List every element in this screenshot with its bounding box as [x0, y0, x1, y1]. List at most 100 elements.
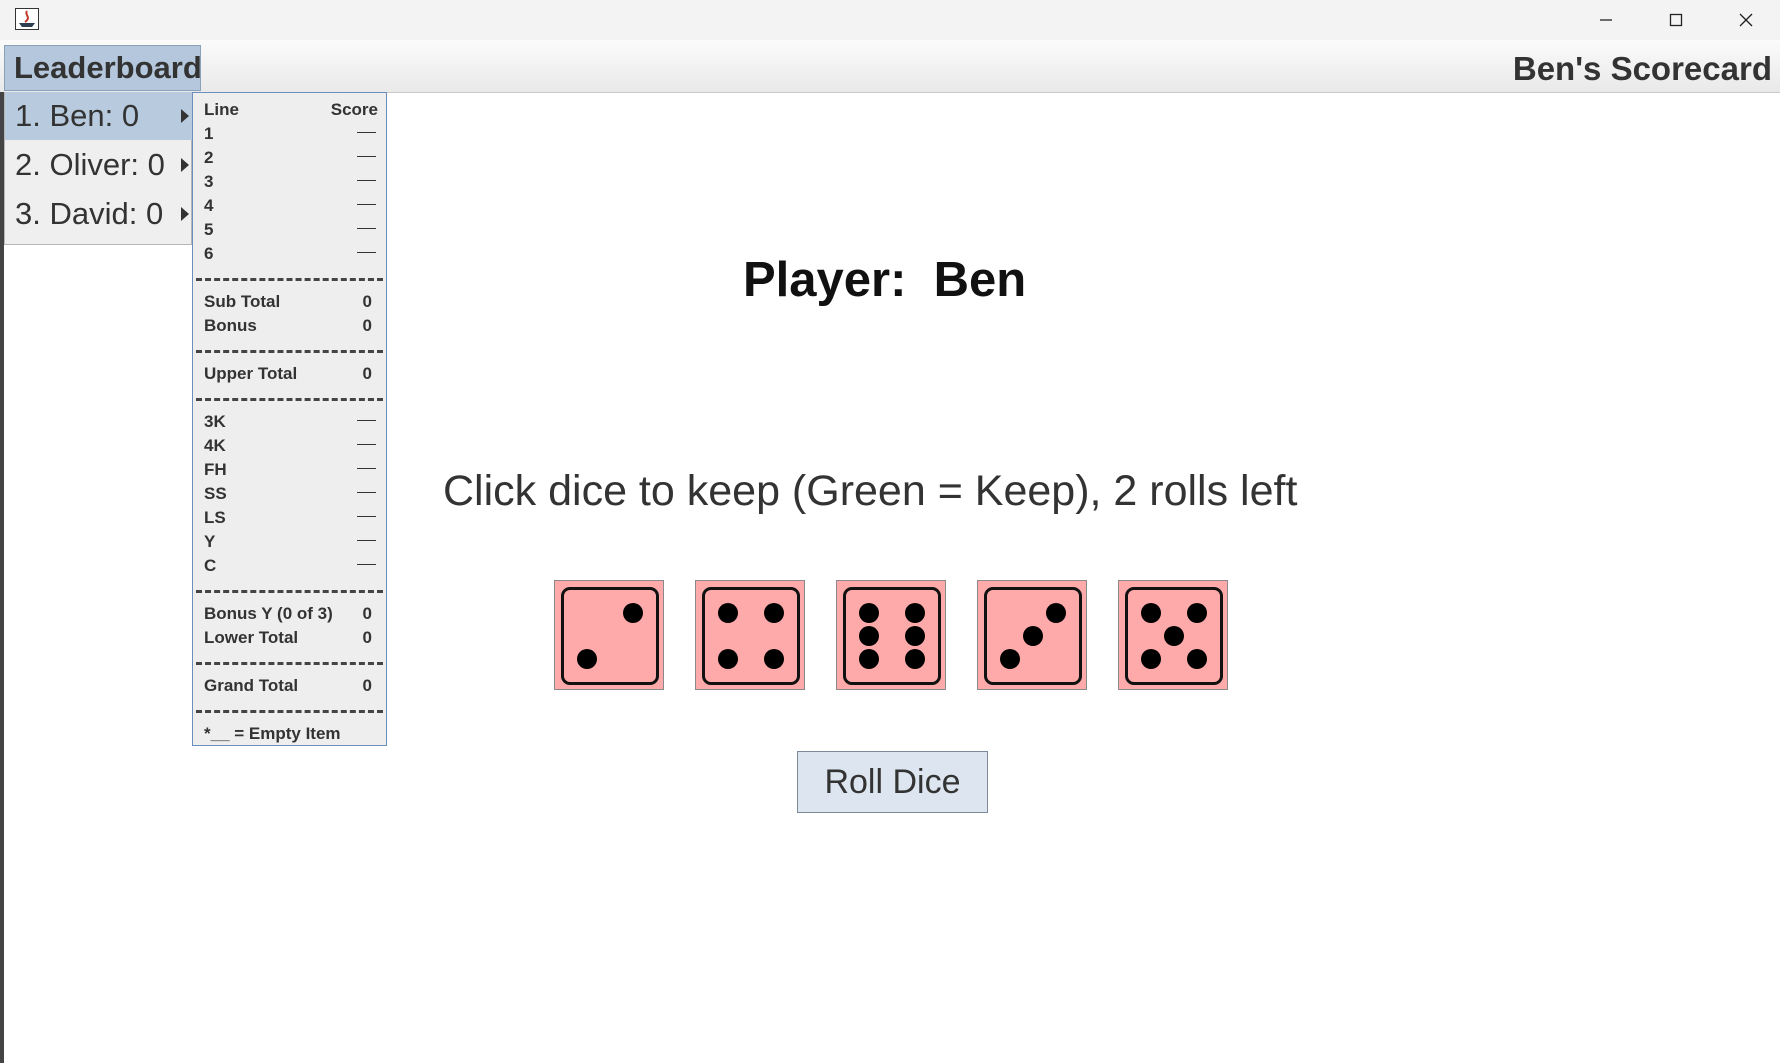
- line-value: 0: [362, 316, 372, 335]
- empty-item-footnote: *__ = Empty Item: [204, 724, 378, 748]
- die-pip: [1187, 603, 1207, 623]
- line-value: 0: [362, 604, 372, 623]
- submenu-arrow-icon: [181, 207, 189, 221]
- die-pip: [859, 649, 879, 669]
- die-pip: [905, 603, 925, 623]
- scorecard-title: Ben's Scorecard: [1512, 50, 1772, 87]
- separator: [196, 398, 383, 401]
- leaderboard-item-david[interactable]: 3. David: 0: [5, 190, 193, 238]
- die-pip: [905, 626, 925, 646]
- submenu-arrow-icon: [181, 158, 189, 172]
- separator: [196, 278, 383, 281]
- die-2[interactable]: [695, 580, 805, 690]
- submenu-arrow-icon: [181, 109, 189, 123]
- score-line-4: 4: [204, 196, 378, 220]
- empty-score-mark: [357, 132, 376, 133]
- empty-score-mark: [357, 468, 376, 469]
- line-value: 0: [362, 628, 372, 647]
- empty-score-mark: [357, 204, 376, 205]
- score-line-2: 2: [204, 148, 378, 172]
- die-pip: [577, 649, 597, 669]
- line-label: LS: [204, 508, 226, 527]
- line-value: 0: [362, 364, 372, 383]
- line-label: Grand Total: [204, 676, 299, 695]
- footnote-text: *__ = Empty Item: [204, 724, 341, 743]
- die-pip: [859, 626, 879, 646]
- title-bar: [0, 0, 1780, 40]
- die-face: [561, 587, 659, 685]
- die-pip: [1023, 626, 1043, 646]
- die-face: [843, 587, 941, 685]
- die-5[interactable]: [1118, 580, 1228, 690]
- java-app-icon: [15, 8, 39, 30]
- score-line-3k: 3K: [204, 412, 378, 436]
- separator: [196, 590, 383, 593]
- score-line-6: 6: [204, 244, 378, 268]
- die-pip: [859, 603, 879, 623]
- leaderboard-item-label: 1. Ben: 0: [15, 98, 140, 133]
- separator: [196, 662, 383, 665]
- leaderboard-menu[interactable]: Leaderboard: [4, 45, 202, 91]
- empty-score-mark: [357, 180, 376, 181]
- separator: [196, 350, 383, 353]
- empty-score-mark: [357, 492, 376, 493]
- lower-total-row: Lower Total 0: [204, 628, 378, 652]
- line-label: 6: [204, 244, 214, 263]
- empty-score-mark: [357, 516, 376, 517]
- line-value: 0: [362, 292, 372, 311]
- close-icon[interactable]: [1710, 0, 1780, 40]
- line-value: 0: [362, 676, 372, 695]
- score-line-c: C: [204, 556, 378, 580]
- die-pip: [905, 649, 925, 669]
- leaderboard-item-ben[interactable]: 1. Ben: 0: [5, 92, 193, 140]
- subtotal-row: Sub Total 0: [204, 292, 378, 316]
- die-pip: [1187, 649, 1207, 669]
- instructions-text: Click dice to keep (Green = Keep), 2 rol…: [443, 467, 1298, 515]
- die-4[interactable]: [977, 580, 1087, 690]
- line-label: Sub Total: [204, 292, 281, 311]
- line-label: 5: [204, 220, 214, 239]
- die-pip: [1046, 603, 1066, 623]
- roll-dice-button[interactable]: Roll Dice: [797, 751, 988, 813]
- die-pip: [1141, 603, 1161, 623]
- empty-score-mark: [357, 156, 376, 157]
- line-label: 1: [204, 124, 214, 143]
- die-3[interactable]: [836, 580, 946, 690]
- die-pip: [764, 649, 784, 669]
- bonus-row: Bonus 0: [204, 316, 378, 340]
- score-line-ss: SS: [204, 484, 378, 508]
- line-label: 4K: [204, 436, 226, 455]
- empty-score-mark: [357, 252, 376, 253]
- scorecard-header: Line Score: [204, 100, 378, 124]
- line-label: FH: [204, 460, 227, 479]
- die-pip: [623, 603, 643, 623]
- die-pip: [1164, 626, 1184, 646]
- empty-score-mark: [357, 540, 376, 541]
- die-pip: [764, 603, 784, 623]
- empty-score-mark: [357, 564, 376, 565]
- player-label: Player: Ben: [743, 253, 1027, 307]
- line-label: 3K: [204, 412, 226, 431]
- line-label: 2: [204, 148, 214, 167]
- die-1[interactable]: [554, 580, 664, 690]
- die-pip: [1000, 649, 1020, 669]
- score-line-ls: LS: [204, 508, 378, 532]
- line-label: SS: [204, 484, 227, 503]
- score-line-5: 5: [204, 220, 378, 244]
- line-label: Upper Total: [204, 364, 298, 383]
- die-face: [702, 587, 800, 685]
- grand-total-row: Grand Total 0: [204, 676, 378, 700]
- maximize-icon[interactable]: [1640, 0, 1712, 40]
- score-line-y: Y: [204, 532, 378, 556]
- leaderboard-item-oliver[interactable]: 2. Oliver: 0: [5, 141, 193, 189]
- empty-score-mark: [357, 228, 376, 229]
- score-line-1: 1: [204, 124, 378, 148]
- separator: [196, 710, 383, 713]
- leaderboard-item-label: 3. David: 0: [15, 196, 164, 231]
- minimize-icon[interactable]: [1570, 0, 1642, 40]
- line-label: 4: [204, 196, 214, 215]
- die-pip: [1141, 649, 1161, 669]
- line-label: C: [204, 556, 217, 575]
- score-line-3: 3: [204, 172, 378, 196]
- empty-score-mark: [357, 444, 376, 445]
